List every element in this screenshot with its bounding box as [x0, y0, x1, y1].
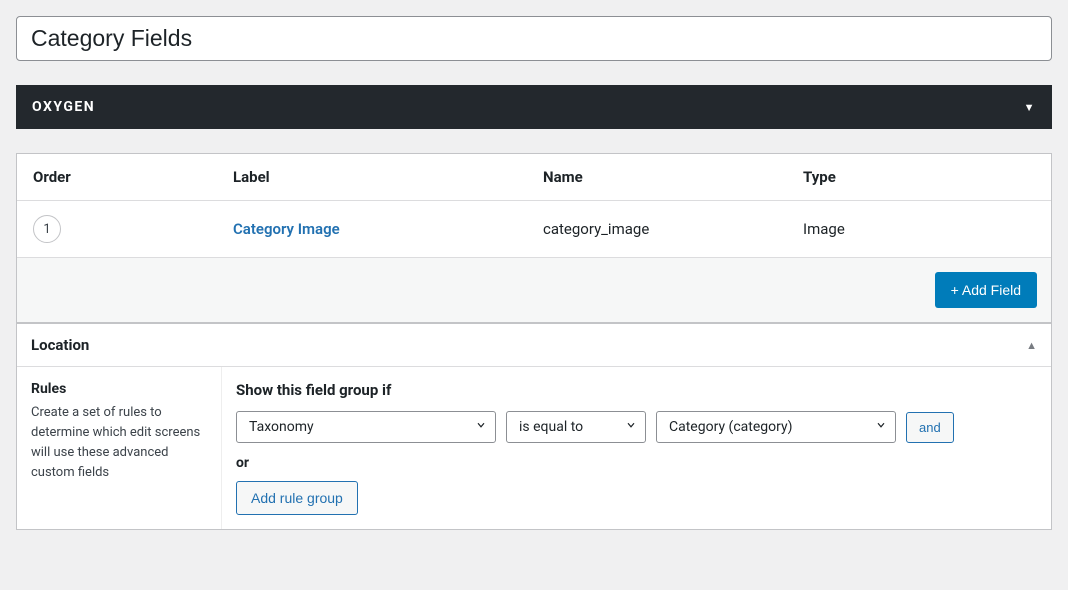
add-rule-group-button[interactable]: Add rule group [236, 481, 358, 515]
rule-operator-value: is equal to [519, 419, 583, 435]
col-header-order: Order [33, 168, 233, 186]
cell-label: Category Image [233, 220, 543, 238]
col-header-name: Name [543, 168, 803, 186]
cell-type: Image [803, 220, 1035, 238]
rule-param-select[interactable]: Taxonomy [236, 411, 496, 443]
show-if-label: Show this field group if [236, 381, 1037, 399]
location-title: Location [31, 336, 89, 354]
rule-param-value: Taxonomy [249, 419, 314, 435]
field-label-link[interactable]: Category Image [233, 220, 340, 238]
rule-value-select[interactable]: Category (category) [656, 411, 896, 443]
cell-order: 1 [33, 215, 233, 243]
oxygen-header[interactable]: OXYGEN ▼ [16, 85, 1052, 129]
rule-value-text: Category (category) [669, 419, 793, 435]
rules-sidebar: Rules Create a set of rules to determine… [17, 367, 222, 529]
table-row[interactable]: 1 Category Image category_image Image [17, 201, 1051, 257]
location-body: Rules Create a set of rules to determine… [17, 367, 1051, 529]
fields-table: Order Label Name Type 1 Category Image c… [16, 153, 1052, 323]
chevron-down-icon [625, 419, 637, 435]
and-button[interactable]: and [906, 412, 954, 443]
chevron-down-icon [875, 419, 887, 435]
location-header[interactable]: Location ▲ [17, 324, 1051, 367]
rule-row: Taxonomy is equal to Category (category) [236, 411, 1037, 443]
or-label: or [236, 455, 1037, 471]
rules-description: Create a set of rules to determine which… [31, 403, 207, 484]
add-field-button[interactable]: + Add Field [935, 272, 1037, 308]
order-badge[interactable]: 1 [33, 215, 61, 243]
triangle-up-icon: ▲ [1026, 339, 1037, 352]
rules-heading: Rules [31, 381, 207, 397]
fields-table-header: Order Label Name Type [17, 154, 1051, 201]
oxygen-label: OXYGEN [32, 99, 95, 115]
rule-operator-select[interactable]: is equal to [506, 411, 646, 443]
col-header-type: Type [803, 168, 1035, 186]
fields-footer: + Add Field [17, 257, 1051, 322]
caret-down-icon: ▼ [1024, 101, 1036, 114]
rules-main: Show this field group if Taxonomy is equ… [222, 367, 1051, 529]
cell-name: category_image [543, 220, 803, 238]
chevron-down-icon [475, 419, 487, 435]
title-input[interactable] [16, 16, 1052, 61]
location-panel: Location ▲ Rules Create a set of rules t… [16, 323, 1052, 530]
col-header-label: Label [233, 168, 543, 186]
oxygen-panel: OXYGEN ▼ [16, 85, 1052, 129]
